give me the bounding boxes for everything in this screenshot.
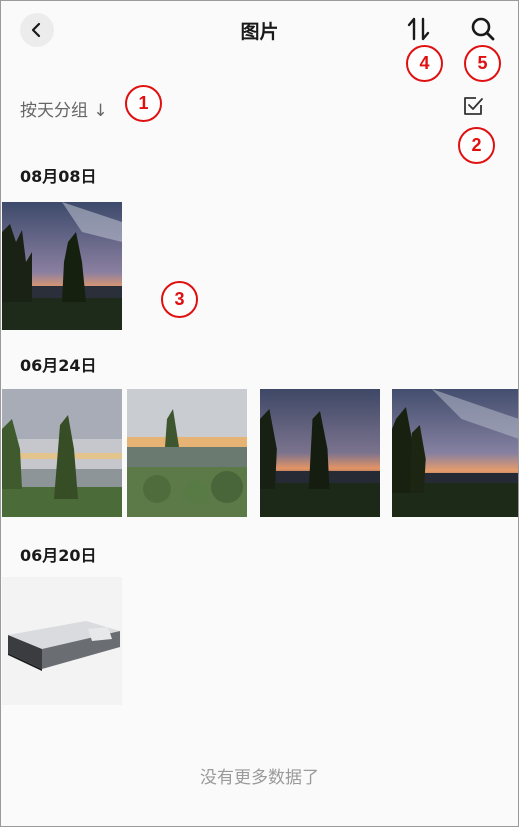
page-title: 图片	[240, 21, 279, 43]
photo-thumbnail[interactable]	[127, 389, 247, 517]
callout-marker: 4	[406, 45, 443, 82]
search-button[interactable]	[469, 15, 497, 43]
callout-marker: 1	[125, 85, 162, 122]
photo-thumbnail[interactable]	[392, 389, 518, 517]
search-icon	[471, 17, 495, 41]
no-more-data-text: 没有更多数据了	[200, 768, 319, 788]
photo-thumbnail[interactable]	[2, 389, 122, 517]
checkbox-icon	[464, 97, 483, 115]
photo-thumbnail[interactable]	[2, 577, 122, 705]
callout-marker: 2	[458, 127, 495, 164]
sort-icon	[407, 17, 430, 41]
group-by-day-toggle[interactable]: 按天分组 ↓	[20, 96, 108, 121]
date-header: 06月24日	[20, 356, 97, 375]
date-header: 08月08日	[20, 167, 97, 186]
photo-album-screen: 图片 4 5 按天分组 ↓ 1 2 08月08日 3 06月24日 06月20日…	[0, 0, 519, 827]
date-header: 06月20日	[20, 546, 97, 565]
photo-thumbnail[interactable]	[260, 389, 380, 517]
callout-marker: 3	[161, 281, 198, 318]
select-button[interactable]	[462, 95, 484, 117]
sort-button[interactable]	[406, 15, 432, 43]
photo-thumbnail[interactable]	[2, 202, 122, 330]
callout-marker: 5	[464, 45, 501, 82]
